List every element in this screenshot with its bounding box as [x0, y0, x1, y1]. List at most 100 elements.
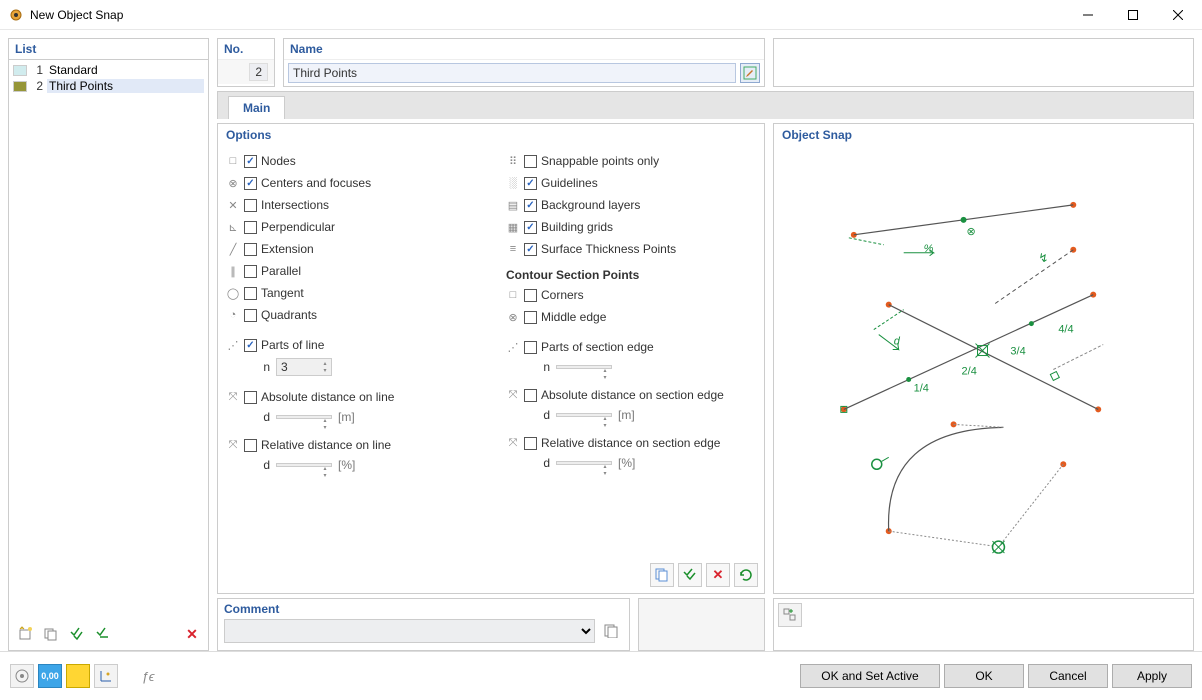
coord-button[interactable] [94, 664, 118, 688]
titlebar: New Object Snap [0, 0, 1202, 30]
check-all-options-button[interactable] [678, 563, 702, 587]
rel-edge-checkbox[interactable] [524, 437, 537, 450]
grids-icon: ▦ [506, 220, 520, 234]
svg-text:↯: ↯ [1038, 251, 1048, 265]
parts-n-input[interactable]: 3▴▾ [276, 358, 332, 376]
option-label: Corners [541, 288, 584, 302]
abs-edge-checkbox[interactable] [524, 389, 537, 402]
snappable-checkbox[interactable] [524, 155, 537, 168]
comment-header: Comment [218, 599, 629, 619]
option-label: Parts of line [261, 338, 324, 352]
middle-edge-icon: ⊗ [506, 310, 520, 324]
grids-checkbox[interactable] [524, 221, 537, 234]
svg-text:2/4: 2/4 [962, 365, 977, 377]
units-button[interactable]: 0,00 [38, 664, 62, 688]
snappable-icon: ⠿ [506, 154, 520, 168]
list-item-num: 1 [31, 63, 43, 77]
option-label: Tangent [261, 286, 304, 300]
options-header: Options [218, 124, 764, 146]
delete-item-button[interactable]: ✕ [180, 622, 204, 646]
parallel-checkbox[interactable] [244, 265, 257, 278]
quadrants-checkbox[interactable] [244, 309, 257, 322]
middle-edge-checkbox[interactable] [524, 311, 537, 324]
option-label: Middle edge [541, 310, 606, 324]
help-button[interactable] [10, 664, 34, 688]
aux-box [638, 598, 765, 651]
bglayers-checkbox[interactable] [524, 199, 537, 212]
uncheck-all-button[interactable] [91, 622, 115, 646]
svg-text:d: d [894, 336, 901, 348]
option-label: Perpendicular [261, 220, 335, 234]
tangent-checkbox[interactable] [244, 287, 257, 300]
header-preview [773, 38, 1194, 87]
close-button[interactable] [1155, 0, 1200, 30]
rel-distance-checkbox[interactable] [244, 439, 257, 452]
abs-edge-icon: ⤧ [506, 388, 520, 402]
preview-tools [773, 598, 1194, 651]
tangent-icon: ◯ [226, 286, 240, 300]
svg-text:⊗: ⊗ [967, 226, 976, 238]
intersections-checkbox[interactable] [244, 199, 257, 212]
nodes-checkbox[interactable] [244, 155, 257, 168]
clear-options-button[interactable]: ✕ [706, 563, 730, 587]
extension-checkbox[interactable] [244, 243, 257, 256]
cancel-button[interactable]: Cancel [1028, 664, 1108, 688]
parallel-icon: ∥ [226, 264, 240, 278]
check-all-button[interactable] [65, 622, 89, 646]
option-label: Quadrants [261, 308, 317, 322]
copy-options-button[interactable] [650, 563, 674, 587]
bglayers-icon: ▤ [506, 198, 520, 212]
comment-box: Comment [217, 598, 630, 651]
copy-item-button[interactable] [39, 622, 63, 646]
ok-set-active-button[interactable]: OK and Set Active [800, 664, 940, 688]
minimize-button[interactable] [1065, 0, 1110, 30]
comment-lib-button[interactable] [599, 619, 623, 643]
intersections-icon: ✕ [226, 198, 240, 212]
preview-panel: Object Snap ⊗ % ↯ [773, 123, 1194, 594]
new-item-button[interactable] [13, 622, 37, 646]
parts-edge-checkbox[interactable] [524, 341, 537, 354]
ok-button[interactable]: OK [944, 664, 1024, 688]
option-label: Surface Thickness Points [541, 242, 676, 256]
color-swatch [13, 65, 27, 76]
list-item[interactable]: 1 Standard [9, 62, 208, 78]
parts-of-line-checkbox[interactable] [244, 339, 257, 352]
extension-icon: ╱ [226, 242, 240, 256]
option-label: Extension [261, 242, 314, 256]
corners-checkbox[interactable] [524, 289, 537, 302]
parts-edge-n-input: ▴▾ [556, 365, 612, 369]
perpendicular-checkbox[interactable] [244, 221, 257, 234]
abs-distance-icon: ⤧ [226, 390, 240, 404]
parts-edge-icon: ⋰ [506, 340, 520, 354]
comment-select[interactable] [224, 619, 595, 643]
thickness-icon: ≡ [506, 242, 520, 256]
centers-checkbox[interactable] [244, 177, 257, 190]
number-header: No. [218, 39, 274, 60]
abs-edge-d-input: ▴▾ [556, 413, 612, 417]
name-input[interactable] [288, 63, 736, 83]
reset-options-button[interactable] [734, 563, 758, 587]
guidelines-checkbox[interactable] [524, 177, 537, 190]
color-button[interactable] [66, 664, 90, 688]
abs-distance-checkbox[interactable] [244, 391, 257, 404]
option-label: Building grids [541, 220, 613, 234]
option-label: Parallel [261, 264, 301, 278]
option-label: Absolute distance on line [261, 390, 394, 404]
script-button[interactable]: ƒϵ [136, 664, 160, 688]
tab-row: Main [217, 91, 1194, 119]
thickness-checkbox[interactable] [524, 243, 537, 256]
number-value[interactable]: 2 [249, 63, 268, 81]
svg-text:4/4: 4/4 [1058, 324, 1073, 336]
quadrants-icon: ◔ [226, 308, 240, 322]
nodes-icon: □ [226, 154, 240, 168]
apply-button[interactable]: Apply [1112, 664, 1192, 688]
list-item[interactable]: 2 Third Points [9, 78, 208, 94]
list-item-name: Standard [47, 63, 204, 77]
preview-tool-button[interactable] [778, 603, 802, 627]
name-edit-button[interactable] [740, 63, 760, 83]
maximize-button[interactable] [1110, 0, 1155, 30]
svg-text:3/4: 3/4 [1010, 346, 1025, 358]
object-snap-diagram: ⊗ % ↯ [774, 146, 1193, 593]
perpendicular-icon: ⊾ [226, 220, 240, 234]
tab-main[interactable]: Main [228, 96, 285, 119]
